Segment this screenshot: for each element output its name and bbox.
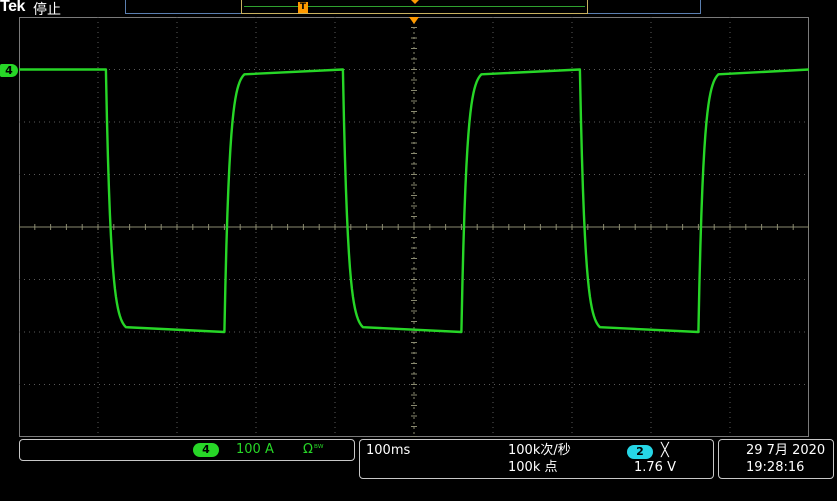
trigger-slope-icon: ╳ (661, 443, 669, 458)
channel-4-ground-marker[interactable]: 4 (0, 64, 18, 77)
time-readout: 19:28:16 (746, 460, 805, 475)
top-status-bar: Tek 停止 T (0, 0, 837, 18)
trigger-source-badge[interactable]: 2 (627, 445, 653, 459)
trigger-level: 1.76 V (634, 460, 676, 475)
horizontal-readout-panel[interactable]: 100ms 100k次/秒 100k 点 2 ╳ 1.76 V (359, 439, 714, 479)
channel-4-badge[interactable]: 4 (193, 443, 219, 457)
record-length: 100k 点 (508, 460, 558, 475)
datetime-panel[interactable]: 29 7月 2020 19:28:16 (718, 439, 834, 479)
time-per-division: 100ms (366, 443, 411, 458)
brand-logo: Tek (0, 0, 25, 15)
channel-scale: 100 A (236, 442, 274, 457)
channel-readout-panel[interactable]: 4 100 A Ω ᴮᵂ (19, 439, 355, 461)
trigger-time-marker (409, 17, 419, 24)
impedance-icon: Ω (303, 442, 313, 457)
record-view-line (244, 6, 585, 7)
bandwidth-limit-icon: ᴮᵂ (314, 444, 324, 454)
trigger-position-marker[interactable]: T (298, 2, 308, 13)
waveform-graticule (19, 17, 809, 437)
date-readout: 29 7月 2020 (746, 443, 826, 458)
sample-rate: 100k次/秒 (508, 443, 571, 458)
record-center-marker (411, 0, 419, 4)
